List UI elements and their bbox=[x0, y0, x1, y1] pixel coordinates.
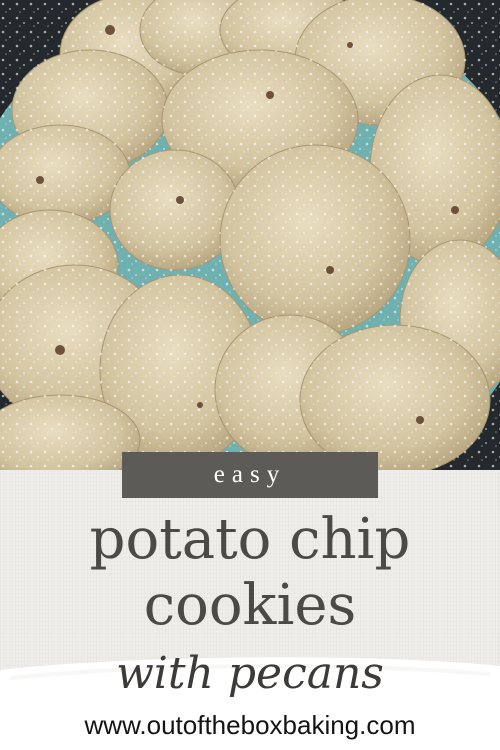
title-line-2: cookies bbox=[143, 573, 357, 638]
cookie-photo bbox=[0, 0, 500, 470]
subtitle: with pecans bbox=[116, 648, 384, 699]
website-link[interactable]: www.outoftheboxbaking.com bbox=[0, 710, 500, 741]
title-line-1: potato chip bbox=[89, 507, 411, 572]
easy-tag: easy bbox=[122, 452, 378, 498]
